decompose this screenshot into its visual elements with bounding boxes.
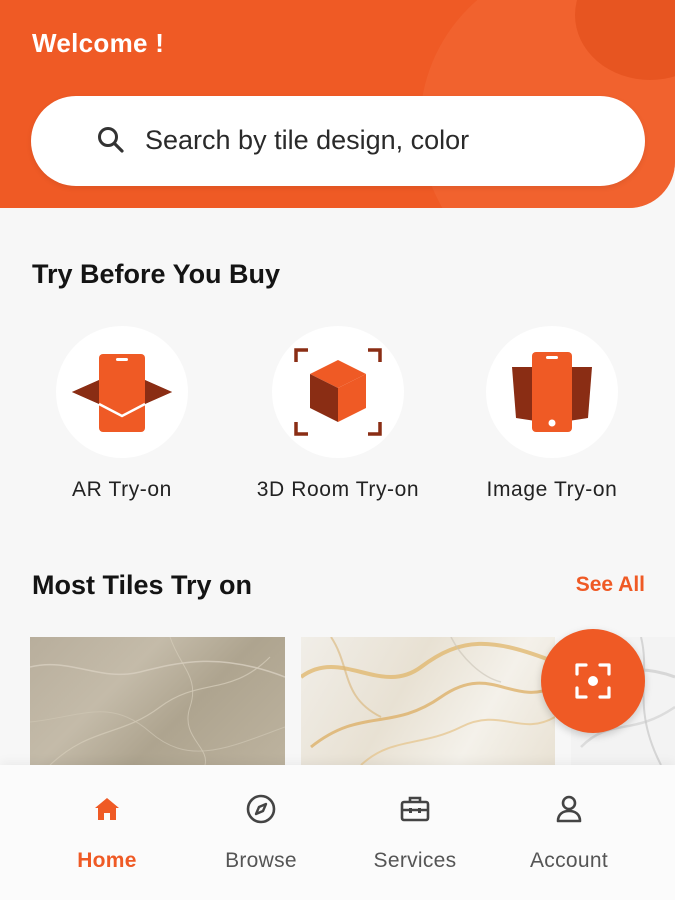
3d-room-try-on-button[interactable]: 3D Room Try-on [238, 326, 438, 502]
scan-icon [575, 663, 611, 699]
user-icon [556, 795, 582, 823]
welcome-title: Welcome ! [32, 28, 165, 58]
image-try-on-label: Image Try-on [486, 478, 618, 501]
see-all-link[interactable]: See All [576, 573, 645, 597]
beige-marble-tile[interactable] [30, 637, 285, 765]
nav-label-browse: Browse [225, 849, 297, 872]
most-tiles-title: Most Tiles Try on [32, 570, 253, 600]
marble-veins [301, 637, 555, 765]
nav-item-services[interactable]: Services [340, 765, 490, 900]
ar-phone-icon [72, 354, 172, 432]
gold-veined-white-marble-tile[interactable] [301, 637, 555, 765]
3d-room-try-on-label: 3D Room Try-on [256, 478, 420, 501]
nav-label-services: Services [373, 849, 457, 872]
image-phone-icon [512, 352, 592, 432]
ar-try-on-label: AR Try-on [72, 478, 172, 501]
compass-icon [246, 794, 276, 824]
3d-cube-icon [294, 348, 382, 436]
3d-room-try-on-circle [272, 326, 404, 458]
home-icon [95, 798, 119, 820]
nav-label-account: Account [530, 849, 608, 872]
scan-fab-button[interactable] [541, 629, 645, 733]
image-try-on-circle [486, 326, 618, 458]
nav-label-home: Home [77, 849, 137, 872]
search-icon [98, 127, 124, 153]
try-before-you-buy-title: Try Before You Buy [32, 259, 281, 289]
toolbox-icon [400, 796, 430, 822]
ar-try-on-circle [56, 326, 188, 458]
search-bar[interactable] [31, 96, 645, 186]
marble-veins [30, 637, 285, 765]
bottom-navigation: Home Browse Services Account [0, 765, 675, 900]
image-try-on-button[interactable]: Image Try-on [452, 326, 652, 502]
nav-item-browse[interactable]: Browse [186, 765, 336, 900]
nav-item-home[interactable]: Home [32, 765, 182, 900]
search-input[interactable] [145, 118, 615, 162]
nav-item-account[interactable]: Account [494, 765, 644, 900]
ar-try-on-button[interactable]: AR Try-on [22, 326, 222, 502]
